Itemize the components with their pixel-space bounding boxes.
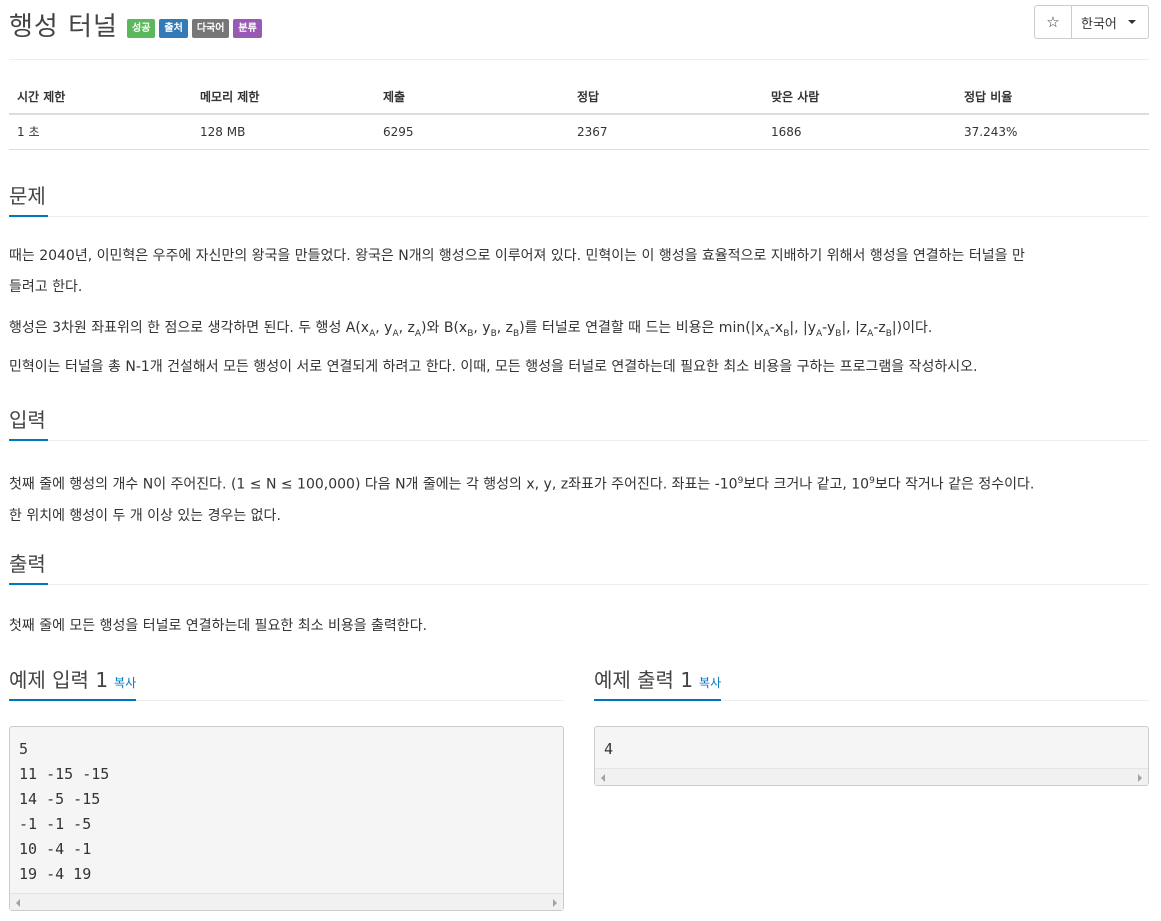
problem-p2-suffix: )이다. (896, 320, 933, 336)
sample-input-line: 5 (19, 740, 29, 758)
problem-description-p3: 민혁이는 터널을 총 N-1개 건설해서 모든 행성이 서로 연결되게 하려고 … (9, 359, 978, 375)
stats-header-row: 시간 제한 메모리 제한 제출 정답 맞은 사람 정답 비율 (9, 80, 1149, 115)
sample-input-box[interactable]: 5 11 -15 -15 14 -5 -15 -1 -1 -5 10 -4 -1 19 -… (9, 726, 564, 911)
problem-stats-table: 시간 제한 메모리 제한 제출 정답 맞은 사람 정답 비율 1 초 128 M… (9, 80, 1149, 150)
problem-description-p2: 행성은 3차원 좌표위의 한 점으로 생각하면 된다. 두 행성 A(xA, y… (9, 320, 933, 339)
stats-header-time: 시간 제한 (9, 80, 192, 115)
caret-down-icon (1127, 20, 1136, 24)
problem-p1-line1: 때는 2040년, 이민혁은 우주에 자신만의 왕국을 만들었다. 왕국은 N개… (9, 248, 1025, 264)
language-dropdown[interactable]: 한국어 (1072, 5, 1149, 39)
sample-output-lines: 4 (595, 727, 1148, 762)
sample-output-line: 4 (604, 740, 614, 758)
sample-output-copy-button[interactable]: 복사 (699, 676, 721, 690)
output-description: 첫째 줄에 모든 행성을 터널로 연결하는데 필요한 최소 비용을 출력한다. (9, 618, 428, 634)
stats-header-submissions: 제출 (375, 80, 569, 115)
sample-input-headline: 예제 입력 1 복사 (9, 665, 564, 701)
stats-value-ratio: 37.243% (956, 114, 1149, 150)
sample-input-scrollbar[interactable] (10, 893, 563, 910)
input-description: 첫째 줄에 행성의 개수 N이 주어진다. (1 ≤ N ≤ 100,000) … (9, 466, 1149, 532)
problem-heading: 문제 (9, 181, 48, 217)
stats-header-memory: 메모리 제한 (192, 80, 375, 115)
sample-output-scrollbar[interactable] (595, 768, 1148, 785)
stats-value-memory: 128 MB (192, 114, 375, 150)
sample-input-line: 10 -4 -1 (19, 840, 92, 858)
stats-value-accepted: 2367 (569, 114, 763, 150)
output-heading: 출력 (9, 549, 48, 585)
sample-output-box[interactable]: 4 (594, 726, 1149, 786)
sample-input-lines: 5 11 -15 -15 14 -5 -15 -1 -1 -5 10 -4 -1 19 -… (10, 727, 563, 887)
input-section-headline: 입력 (9, 405, 1149, 441)
star-icon: ☆ (1046, 13, 1060, 31)
language-label: 한국어 (1081, 16, 1117, 32)
scroll-left-arrow-icon[interactable] (601, 774, 605, 782)
problem-description-p1: 때는 2040년, 이민혁은 우주에 자신만의 왕국을 만들었다. 왕국은 N개… (9, 241, 1149, 303)
sample-input-line: 11 -15 -15 (19, 765, 110, 783)
problem-p2-prefix: 행성은 3차원 좌표위의 한 점으로 생각하면 된다. 두 행성 A(x (9, 320, 370, 336)
input-line1-c: 보다 작거나 같은 정수이다. (874, 476, 1035, 493)
problem-title: 행성 터널 (9, 12, 118, 42)
label-multilingual[interactable]: 다국어 (191, 19, 230, 38)
scroll-right-arrow-icon[interactable] (553, 899, 557, 907)
input-line2: 한 위치에 행성이 두 개 이상 있는 경우는 없다. (9, 507, 281, 524)
stats-value-time: 1 초 (9, 114, 192, 150)
problem-header: 행성 터널 성공 출처 다국어 분류 ☆ 한국어 (9, 4, 1149, 60)
input-heading: 입력 (9, 405, 48, 441)
stats-value-solvers: 1686 (763, 114, 956, 150)
stats-value-row: 1 초 128 MB 6295 2367 1686 37.243% (9, 114, 1149, 150)
header-tools: ☆ 한국어 (1034, 5, 1149, 39)
sample-output-heading: 예제 출력 1 (594, 668, 694, 692)
stats-header-accepted: 정답 (569, 80, 763, 115)
favorite-button[interactable]: ☆ (1034, 5, 1072, 39)
label-success[interactable]: 성공 (127, 19, 156, 38)
stats-value-submissions: 6295 (375, 114, 569, 150)
sample-input-copy-button[interactable]: 복사 (114, 676, 136, 690)
sample-input-line: 14 -5 -15 (19, 790, 101, 808)
scroll-left-arrow-icon[interactable] (16, 899, 20, 907)
problem-p1-line2: 들려고 한다. (9, 279, 83, 295)
sample-output-headline: 예제 출력 1 복사 (594, 665, 1149, 701)
problem-section-headline: 문제 (9, 181, 1149, 217)
sample-input-line: -1 -1 -5 (19, 815, 92, 833)
output-section-headline: 출력 (9, 549, 1149, 585)
problem-labels: 성공 출처 다국어 분류 (127, 19, 262, 38)
input-line1-b: 보다 크거나 같고, 10 (743, 476, 870, 493)
stats-header-solvers: 맞은 사람 (763, 80, 956, 115)
sample-input-line: 19 -4 19 (19, 865, 92, 883)
sample-output-heading-wrap: 예제 출력 1 복사 (594, 665, 722, 701)
scroll-right-arrow-icon[interactable] (1138, 774, 1142, 782)
label-category[interactable]: 분류 (233, 19, 262, 38)
stats-header-ratio: 정답 비율 (956, 80, 1149, 115)
problem-page: 행성 터널 성공 출처 다국어 분류 ☆ 한국어 시간 제한 메모리 제한 제출… (0, 0, 1161, 921)
label-source[interactable]: 출처 (159, 19, 188, 38)
input-line1-a: 첫째 줄에 행성의 개수 N이 주어진다. (1 ≤ N ≤ 100,000) … (9, 476, 738, 493)
sample-input-heading: 예제 입력 1 (9, 668, 109, 692)
input-line1: 첫째 줄에 행성의 개수 N이 주어진다. (1 ≤ N ≤ 100,000) … (9, 466, 1149, 501)
sample-input-heading-wrap: 예제 입력 1 복사 (9, 665, 137, 701)
